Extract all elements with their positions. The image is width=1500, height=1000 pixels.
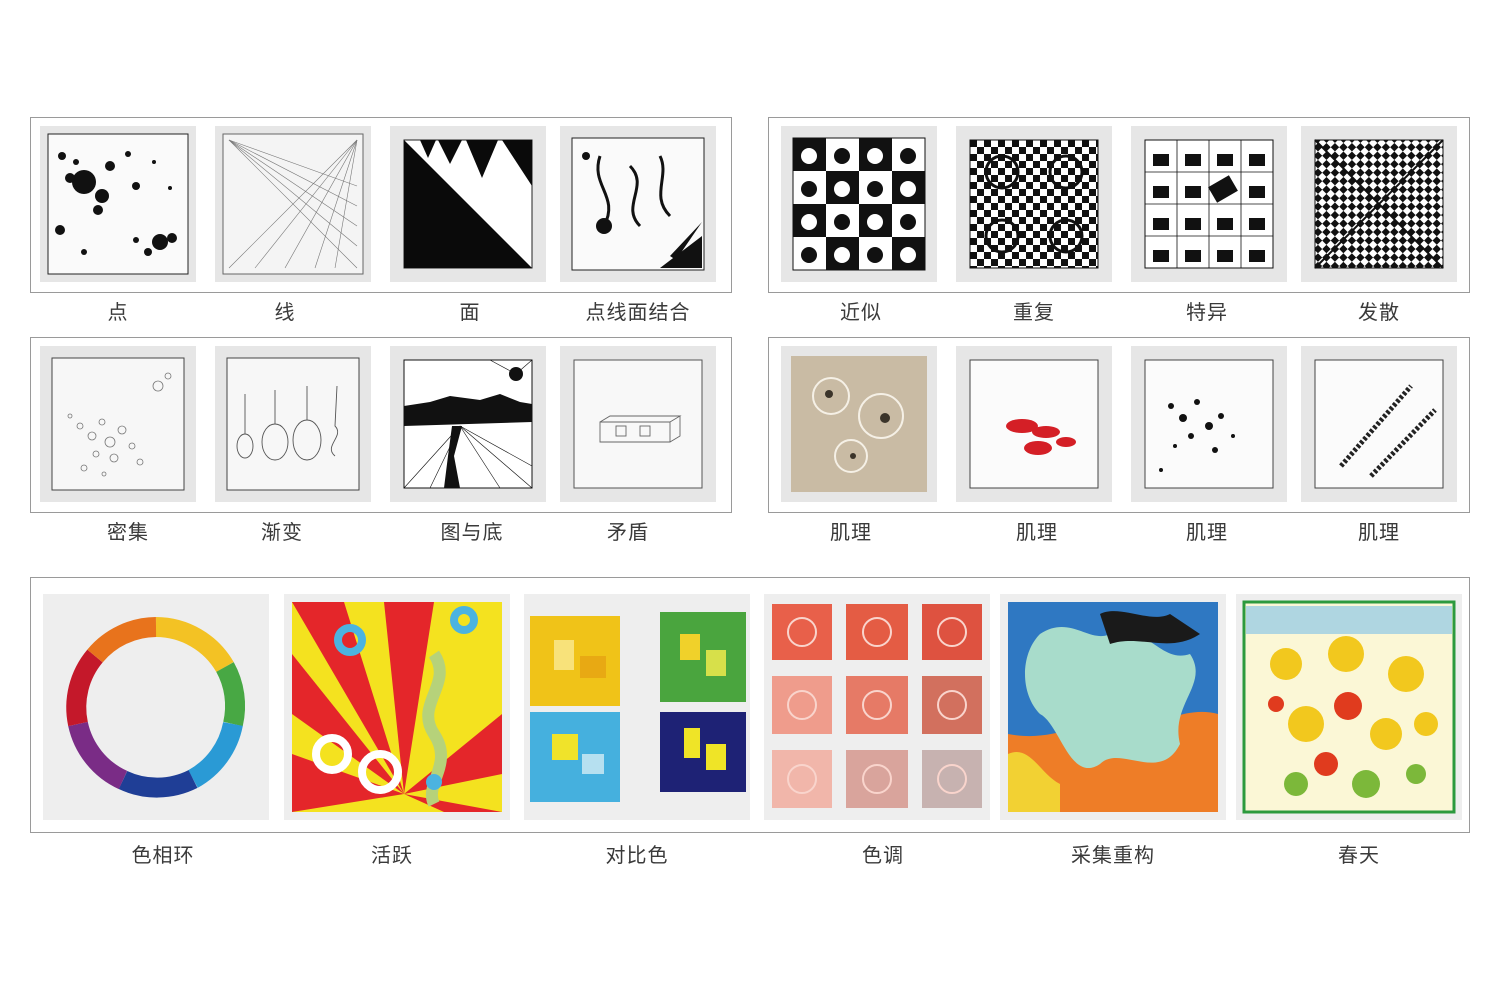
caption-color-wheel: 色相环 bbox=[131, 843, 195, 867]
artwork-plane bbox=[390, 126, 546, 282]
artwork-point bbox=[40, 126, 196, 282]
caption-collection-reconstruction: 采集重构 bbox=[1071, 843, 1155, 867]
caption-combination: 点线面结合 bbox=[585, 300, 691, 324]
caption-similarity: 近似 bbox=[840, 300, 882, 324]
artwork-line bbox=[215, 126, 371, 282]
artwork-contradiction bbox=[560, 346, 716, 502]
artwork-color-wheel bbox=[43, 594, 269, 820]
artwork-repetition bbox=[956, 126, 1112, 282]
caption-line: 线 bbox=[274, 300, 296, 324]
caption-texture-4: 肌理 bbox=[1358, 520, 1400, 544]
caption-plane: 面 bbox=[459, 300, 481, 324]
artwork-density bbox=[40, 346, 196, 502]
artwork-spring bbox=[1236, 594, 1462, 820]
artwork-combination bbox=[560, 126, 716, 282]
artwork-texture-2 bbox=[956, 346, 1112, 502]
caption-gradation: 渐变 bbox=[261, 520, 303, 544]
artwork-anomaly bbox=[1131, 126, 1287, 282]
artwork-lively bbox=[284, 594, 510, 820]
caption-radiation: 发散 bbox=[1358, 300, 1400, 324]
caption-lively: 活跃 bbox=[371, 843, 413, 867]
caption-texture-2: 肌理 bbox=[1016, 520, 1058, 544]
caption-tone: 色调 bbox=[862, 843, 904, 867]
artwork-texture-4 bbox=[1301, 346, 1457, 502]
artwork-radiation bbox=[1301, 126, 1457, 282]
caption-figure-ground: 图与底 bbox=[440, 520, 504, 544]
caption-contradiction: 矛盾 bbox=[607, 520, 649, 544]
caption-repetition: 重复 bbox=[1013, 300, 1055, 324]
caption-anomaly: 特异 bbox=[1186, 300, 1228, 324]
artwork-contrast-color bbox=[524, 594, 750, 820]
caption-density: 密集 bbox=[107, 520, 149, 544]
caption-contrast-color: 对比色 bbox=[605, 843, 669, 867]
artwork-figure-ground bbox=[390, 346, 546, 502]
caption-texture-3: 肌理 bbox=[1186, 520, 1228, 544]
artwork-collection-reconstruction bbox=[1000, 594, 1226, 820]
caption-texture-1: 肌理 bbox=[830, 520, 872, 544]
artwork-gradation bbox=[215, 346, 371, 502]
artwork-tone bbox=[764, 594, 990, 820]
artwork-texture-3 bbox=[1131, 346, 1287, 502]
artwork-similarity bbox=[781, 126, 937, 282]
caption-point: 点 bbox=[107, 300, 129, 324]
artwork-texture-1 bbox=[781, 346, 937, 502]
caption-spring: 春天 bbox=[1338, 843, 1380, 867]
